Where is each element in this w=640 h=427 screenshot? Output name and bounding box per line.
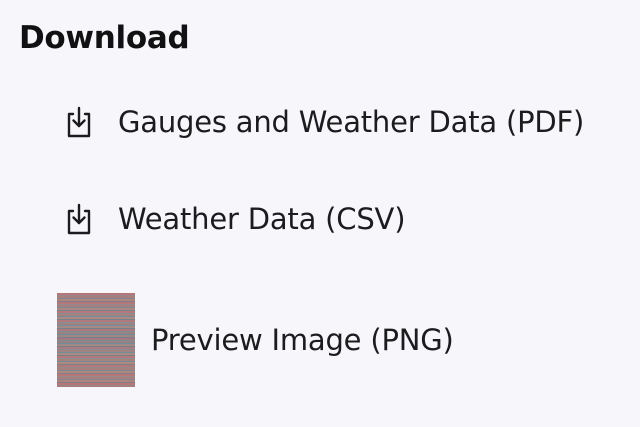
download-pdf-link[interactable]: Gauges and Weather Data (PDF) xyxy=(62,104,584,140)
download-csv-link[interactable]: Weather Data (CSV) xyxy=(62,201,406,237)
download-icon xyxy=(62,201,96,237)
download-csv-label: Weather Data (CSV) xyxy=(118,202,406,236)
download-icon xyxy=(62,104,96,140)
download-panel: Download Gauges and Weather Data (PDF) W… xyxy=(0,0,640,427)
preview-image-thumbnail xyxy=(57,293,135,387)
download-pdf-label: Gauges and Weather Data (PDF) xyxy=(118,105,585,139)
download-png-label: Preview Image (PNG) xyxy=(151,323,454,357)
download-png-link[interactable]: Preview Image (PNG) xyxy=(57,293,454,387)
download-heading: Download xyxy=(19,20,190,56)
